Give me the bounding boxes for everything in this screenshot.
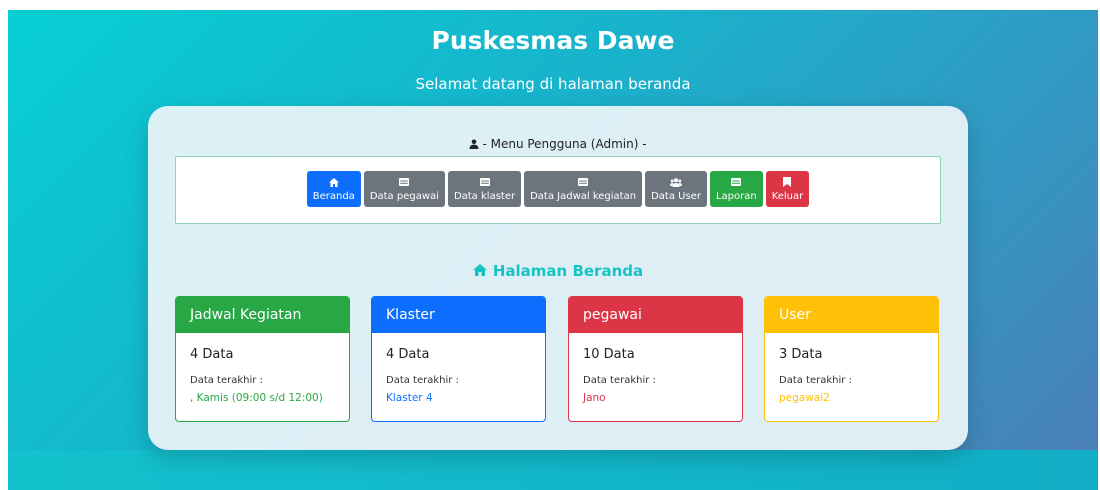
table-icon [479, 176, 490, 188]
card-header: pegawai [569, 297, 742, 333]
beranda-label: Beranda [312, 191, 355, 202]
data-user-label: Data User [651, 191, 701, 202]
card-last-value: Klaster 4 [386, 392, 433, 404]
home-icon [328, 176, 339, 188]
site-title: Puskesmas Dawe [431, 26, 675, 55]
card-count: 4 Data [386, 347, 430, 362]
menu-title-text: - Menu Pengguna (Admin) - [482, 137, 647, 151]
table-icon [731, 176, 742, 188]
site-subtitle: Selamat datang di halaman beranda [415, 75, 691, 93]
menu-title: - Menu Pengguna (Admin) - [148, 137, 968, 152]
card-count: 4 Data [190, 347, 234, 362]
card-last-label: Data terakhir : [583, 375, 656, 386]
footer-band [8, 450, 1098, 490]
main-panel: - Menu Pengguna (Admin) - Beranda Data p… [148, 106, 968, 450]
card-last-value: Jano [583, 392, 606, 404]
card-header: Klaster [372, 297, 545, 333]
laporan-label: Laporan [715, 191, 757, 202]
menu-buttons: Beranda Data pegawai Data klaster Data J… [176, 171, 940, 207]
card-last-label: Data terakhir : [190, 375, 263, 386]
data-jadwal-kegiatan-button[interactable]: Data Jadwal kegiatan [524, 171, 643, 207]
data-klaster-label: Data klaster [453, 191, 516, 202]
data-pegawai-label: Data pegawai [369, 191, 439, 202]
card-user: User 3 Data Data terakhir : pegawai2 [764, 296, 939, 422]
card-last-label: Data terakhir : [386, 375, 459, 386]
menu-box: Beranda Data pegawai Data klaster Data J… [175, 156, 941, 224]
data-klaster-button[interactable]: Data klaster [447, 171, 522, 207]
section-title: Halaman Beranda [492, 262, 644, 280]
card-pegawai: pegawai 10 Data Data terakhir : Jano [568, 296, 743, 422]
data-pegawai-button[interactable]: Data pegawai [363, 171, 445, 207]
home-icon [472, 262, 487, 280]
card-header: Jadwal Kegiatan [176, 297, 349, 333]
table-icon [399, 176, 410, 188]
keluar-label: Keluar [771, 191, 804, 202]
data-jadwal-kegiatan-label: Data Jadwal kegiatan [530, 191, 637, 202]
bookmark-icon [783, 176, 792, 188]
card-jadwal-kegiatan: Jadwal Kegiatan 4 Data Data terakhir : ,… [175, 296, 350, 422]
card-header: User [765, 297, 938, 333]
keluar-button[interactable]: Keluar [765, 171, 810, 207]
card-last-value: pegawai2 [779, 392, 830, 404]
card-count: 3 Data [779, 347, 823, 362]
laporan-button[interactable]: Laporan [709, 171, 763, 207]
card-count: 10 Data [583, 347, 635, 362]
section-heading: Halaman Beranda [148, 262, 968, 280]
data-user-button[interactable]: Data User [645, 171, 707, 207]
table-icon [578, 176, 589, 188]
user-icon [469, 138, 479, 152]
card-last-value: , Kamis (09:00 s/d 12:00) [190, 392, 323, 404]
card-klaster: Klaster 4 Data Data terakhir : Klaster 4 [371, 296, 546, 422]
card-last-label: Data terakhir : [779, 375, 852, 386]
beranda-button[interactable]: Beranda [306, 171, 361, 207]
users-icon [670, 176, 682, 188]
